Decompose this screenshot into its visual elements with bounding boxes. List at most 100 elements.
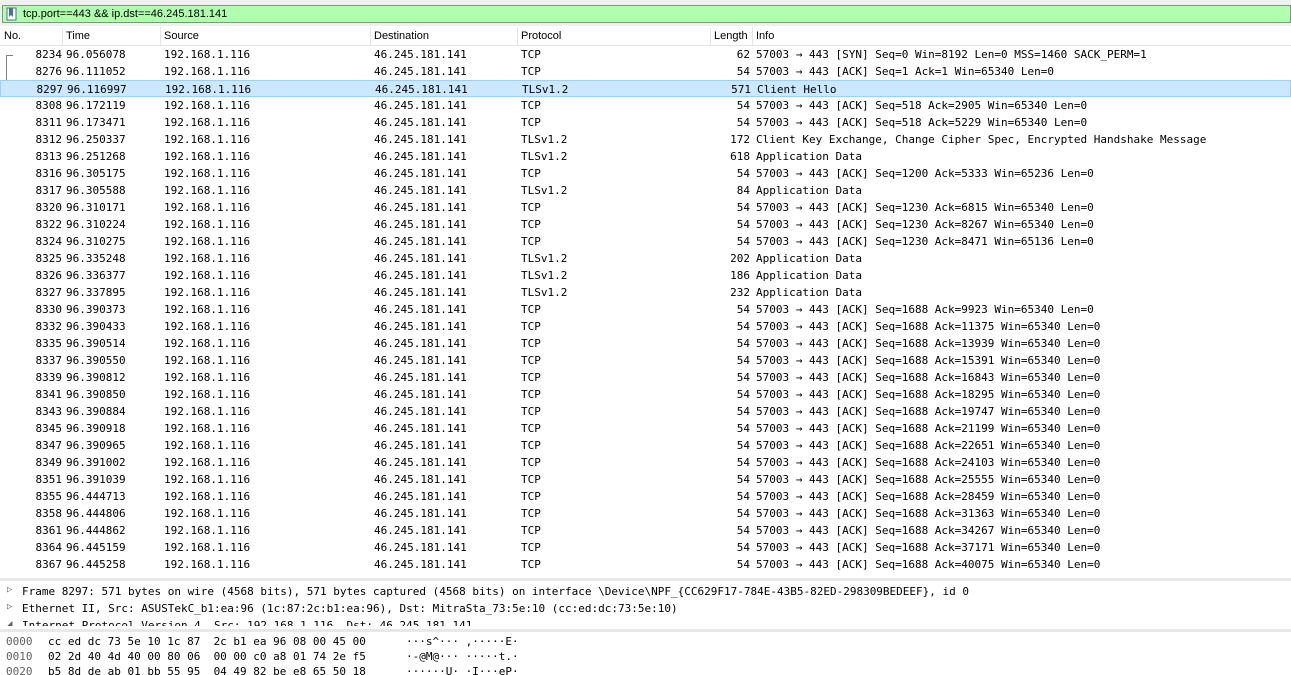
column-header-source[interactable]: Source: [164, 30, 199, 42]
collapsed-arrow-icon[interactable]: ▷: [7, 585, 12, 595]
packet-no: 8327: [35, 286, 63, 299]
packet-source: 192.168.1.116: [164, 218, 251, 231]
packet-protocol: TCP: [521, 507, 541, 520]
packet-no: 8316: [35, 167, 63, 180]
column-divider[interactable]: [62, 27, 63, 45]
column-header-info[interactable]: Info: [756, 30, 774, 42]
packet-row[interactable]: 8358 96.444806 192.168.1.116 46.245.181.141…: [0, 505, 1291, 522]
packet-time: 96.444862: [66, 524, 126, 537]
packet-row[interactable]: 8345 96.390918 192.168.1.116 46.245.181.141…: [0, 420, 1291, 437]
packet-row[interactable]: 8316 96.305175 192.168.1.116 46.245.181.141…: [0, 165, 1291, 182]
packet-row[interactable]: 8325 96.335248 192.168.1.116 46.245.181.141…: [0, 250, 1291, 267]
packet-no: 8332: [35, 320, 63, 333]
hex-bytes: cc ed dc 73 5e 10 1c 87 2c b1 ea 96 08 0…: [48, 635, 366, 648]
packet-source: 192.168.1.116: [164, 133, 251, 146]
packet-destination: 46.245.181.141: [374, 524, 467, 537]
ascii-bytes: ······U· ·I···eP·: [406, 665, 519, 675]
detail-tree-item[interactable]: ◢ Internet Protocol Version 4, Src: 192.1…: [0, 617, 1291, 626]
column-divider[interactable]: [517, 27, 518, 45]
packet-time: 96.336377: [66, 269, 126, 282]
packet-row[interactable]: 8349 96.391002 192.168.1.116 46.245.181.141…: [0, 454, 1291, 471]
packet-protocol: TCP: [521, 337, 541, 350]
packet-row-selected[interactable]: 8297 96.116997 192.168.1.116 46.245.181.141…: [0, 80, 1291, 97]
column-header-time[interactable]: Time: [66, 30, 90, 42]
column-header-no[interactable]: No.: [4, 30, 21, 42]
detail-tree-item[interactable]: ▷ Frame 8297: 571 bytes on wire (4568 bit…: [0, 583, 1291, 600]
packet-time: 96.390433: [66, 320, 126, 333]
packet-protocol: TLSv1.2: [521, 252, 568, 265]
detail-tree-item[interactable]: ▷ Ethernet II, Src: ASUSTekC_b1:ea:96 (1c…: [0, 600, 1291, 617]
packet-row[interactable]: 8343 96.390884 192.168.1.116 46.245.181.141…: [0, 403, 1291, 420]
column-divider[interactable]: [370, 27, 371, 45]
packet-row[interactable]: 8326 96.336377 192.168.1.116 46.245.181.141…: [0, 267, 1291, 284]
detail-tree-label: Ethernet II, Src: ASUSTekC_b1:ea:96 (1c:…: [22, 602, 678, 615]
packet-row[interactable]: 8327 96.337895 192.168.1.116 46.245.181.141…: [0, 284, 1291, 301]
column-divider[interactable]: [710, 27, 711, 45]
collapsed-arrow-icon[interactable]: ▷: [7, 602, 12, 612]
packet-info: Client Hello: [757, 83, 837, 96]
packet-info: 57003 → 443 [ACK] Seq=1688 Ack=24103 Win…: [756, 456, 1101, 469]
hex-dump-row[interactable]: 0000 cc ed dc 73 5e 10 1c 87 2c b1 ea 96 …: [0, 634, 1291, 649]
packet-row[interactable]: 8317 96.305588 192.168.1.116 46.245.181.141…: [0, 182, 1291, 199]
packet-row[interactable]: 8339 96.390812 192.168.1.116 46.245.181.141…: [0, 369, 1291, 386]
packet-time: 96.390850: [66, 388, 126, 401]
packet-row[interactable]: 8322 96.310224 192.168.1.116 46.245.181.141…: [0, 216, 1291, 233]
packet-row[interactable]: 8324 96.310275 192.168.1.116 46.245.181.141…: [0, 233, 1291, 250]
packet-time: 96.390884: [66, 405, 126, 418]
expanded-arrow-icon[interactable]: ◢: [7, 619, 12, 626]
packet-time: 96.390918: [66, 422, 126, 435]
packet-length: 62: [736, 48, 750, 61]
packet-source: 192.168.1.116: [164, 320, 251, 333]
packet-list[interactable]: 8234 96.056078 192.168.1.116 46.245.181.141…: [0, 46, 1291, 574]
packet-row[interactable]: 8320 96.310171 192.168.1.116 46.245.181.141…: [0, 199, 1291, 216]
column-header-destination[interactable]: Destination: [374, 30, 429, 42]
column-header-length[interactable]: Length: [714, 30, 748, 42]
packet-no: 8351: [35, 473, 63, 486]
packet-protocol: TCP: [521, 201, 541, 214]
packet-info: 57003 → 443 [ACK] Seq=518 Ack=5229 Win=6…: [756, 116, 1088, 129]
packet-row[interactable]: 8341 96.390850 192.168.1.116 46.245.181.141…: [0, 386, 1291, 403]
packet-protocol: TLSv1.2: [521, 286, 568, 299]
packet-info: 57003 → 443 [ACK] Seq=1688 Ack=18295 Win…: [756, 388, 1101, 401]
packet-length: 54: [736, 388, 750, 401]
display-filter-input[interactable]: tcp.port==443 && ip.dst==46.245.181.141: [2, 5, 1291, 23]
packet-info: 57003 → 443 [ACK] Seq=1688 Ack=21199 Win…: [756, 422, 1101, 435]
column-divider[interactable]: [752, 27, 753, 45]
packet-row[interactable]: 8351 96.391039 192.168.1.116 46.245.181.141…: [0, 471, 1291, 488]
packet-time: 96.444806: [66, 507, 126, 520]
packet-row[interactable]: 8347 96.390965 192.168.1.116 46.245.181.141…: [0, 437, 1291, 454]
hex-dump-row[interactable]: 0020 b5 8d de ab 01 bb 55 95 04 49 82 be …: [0, 664, 1291, 675]
packet-destination: 46.245.181.141: [374, 439, 467, 452]
packet-row[interactable]: 8332 96.390433 192.168.1.116 46.245.181.141…: [0, 318, 1291, 335]
packet-row[interactable]: 8308 96.172119 192.168.1.116 46.245.181.141…: [0, 97, 1291, 114]
packet-row[interactable]: 8367 96.445258 192.168.1.116 46.245.181.141…: [0, 556, 1291, 573]
packet-no: 8234: [35, 48, 63, 61]
packet-bytes-pane[interactable]: 0000 cc ed dc 73 5e 10 1c 87 2c b1 ea 96 …: [0, 629, 1291, 675]
packet-time: 96.111052: [66, 65, 126, 78]
packet-row[interactable]: 8313 96.251268 192.168.1.116 46.245.181.141…: [0, 148, 1291, 165]
packet-time: 96.444713: [66, 490, 126, 503]
packet-protocol: TCP: [521, 371, 541, 384]
packet-no: 8330: [35, 303, 63, 316]
packet-row[interactable]: 8337 96.390550 192.168.1.116 46.245.181.141…: [0, 352, 1291, 369]
packet-source: 192.168.1.116: [164, 388, 251, 401]
packet-protocol: TCP: [521, 405, 541, 418]
packet-row[interactable]: 8234 96.056078 192.168.1.116 46.245.181.141…: [0, 46, 1291, 64]
hex-dump-row[interactable]: 0010 02 2d 40 4d 40 00 80 06 00 00 c0 a8 …: [0, 649, 1291, 664]
packet-protocol: TCP: [521, 218, 541, 231]
packet-row[interactable]: 8355 96.444713 192.168.1.116 46.245.181.141…: [0, 488, 1291, 505]
packet-time: 96.390965: [66, 439, 126, 452]
packet-details-pane[interactable]: ▷ Frame 8297: 571 bytes on wire (4568 bit…: [0, 578, 1291, 626]
packet-row[interactable]: 8276 96.111052 192.168.1.116 46.245.181.141…: [0, 63, 1291, 80]
packet-row[interactable]: 8335 96.390514 192.168.1.116 46.245.181.141…: [0, 335, 1291, 352]
packet-row[interactable]: 8364 96.445159 192.168.1.116 46.245.181.141…: [0, 539, 1291, 556]
column-header-protocol[interactable]: Protocol: [521, 30, 561, 42]
packet-row[interactable]: 8312 96.250337 192.168.1.116 46.245.181.141…: [0, 131, 1291, 148]
packet-row[interactable]: 8311 96.173471 192.168.1.116 46.245.181.141…: [0, 114, 1291, 131]
packet-row[interactable]: 8330 96.390373 192.168.1.116 46.245.181.141…: [0, 301, 1291, 318]
packet-no: 8322: [35, 218, 63, 231]
packet-source: 192.168.1.116: [164, 439, 251, 452]
bookmark-icon[interactable]: [5, 7, 19, 21]
packet-row[interactable]: 8361 96.444862 192.168.1.116 46.245.181.141…: [0, 522, 1291, 539]
column-divider[interactable]: [160, 27, 161, 45]
